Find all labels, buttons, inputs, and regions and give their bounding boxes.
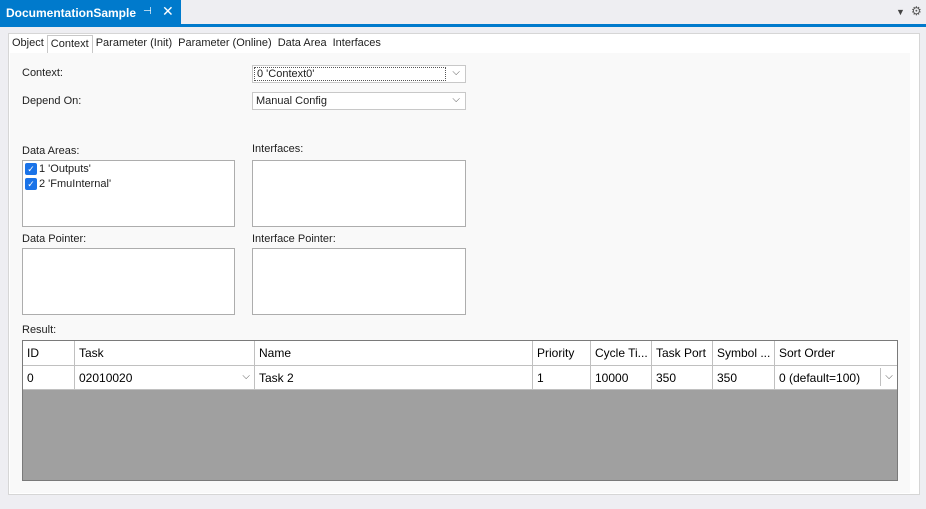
tab-list-dropdown-icon[interactable]: ▼ (896, 7, 905, 17)
chevron-down-icon[interactable]: ⌵ (452, 67, 460, 78)
chevron-down-icon[interactable]: ⌵ (452, 94, 460, 105)
document-tab-title: DocumentationSample (6, 5, 137, 20)
interface-pointer-list[interactable] (252, 248, 466, 315)
chevron-down-icon[interactable]: ⌵ (880, 368, 897, 386)
column-header-id[interactable]: ID (23, 341, 75, 366)
cell-cycle-time[interactable]: 10000 (591, 366, 652, 390)
tab-context[interactable]: Context (46, 35, 93, 53)
context-label: Context: (22, 67, 63, 79)
document-tab[interactable]: DocumentationSample ⊣ ✕ (0, 0, 181, 25)
document-tab-strip: DocumentationSample ⊣ ✕ ▼ ⚙ (0, 0, 926, 27)
tab-data-area[interactable]: Data Area (275, 35, 330, 53)
cell-priority[interactable]: 1 (533, 366, 591, 390)
depend-on-value: Manual Config (256, 95, 327, 107)
cell-task[interactable]: 02010020 ⌵ (75, 366, 255, 390)
cell-sort-order-value: 0 (default=100) (779, 371, 861, 385)
interface-pointer-label: Interface Pointer: (252, 233, 336, 245)
data-pointer-label: Data Pointer: (22, 233, 87, 245)
result-label: Result: (22, 324, 57, 336)
interfaces-list[interactable] (252, 160, 466, 227)
cell-task-port[interactable]: 350 (652, 366, 713, 390)
cell-task-value: 02010020 (79, 371, 133, 385)
grid-header: ID Task Name Priority Cycle Ti... Task P… (23, 341, 897, 366)
chevron-down-icon[interactable]: ⌵ (242, 371, 250, 382)
checkbox-checked-icon[interactable]: ✓ (25, 178, 37, 190)
tab-strip-accent-line (0, 24, 926, 27)
checkbox-checked-icon[interactable]: ✓ (25, 163, 37, 175)
depend-on-combobox[interactable]: Manual Config ⌵ (252, 92, 466, 110)
data-pointer-list[interactable] (22, 248, 235, 315)
list-item[interactable]: ✓ 2 'FmuInternal' (23, 177, 234, 191)
cell-name[interactable]: Task 2 (255, 366, 533, 390)
column-header-task-port[interactable]: Task Port (652, 341, 713, 366)
gear-icon[interactable]: ⚙ (911, 4, 922, 18)
tab-parameter-init[interactable]: Parameter (Init) (93, 35, 175, 53)
cell-id[interactable]: 0 (23, 366, 75, 390)
tab-object[interactable]: Object (9, 35, 47, 53)
column-header-sort-order[interactable]: Sort Order (775, 341, 897, 366)
column-header-name[interactable]: Name (255, 341, 533, 366)
close-icon[interactable]: ✕ (162, 3, 174, 20)
column-header-priority[interactable]: Priority (533, 341, 591, 366)
column-header-task[interactable]: Task (75, 341, 255, 366)
list-item-label: 2 'FmuInternal' (39, 178, 112, 190)
context-value: 0 'Context0' (254, 67, 446, 81)
list-item-label: 1 'Outputs' (39, 163, 91, 175)
tab-parameter-online[interactable]: Parameter (Online) (175, 35, 275, 53)
interfaces-label: Interfaces: (252, 143, 304, 155)
table-row[interactable]: 0 02010020 ⌵ Task 2 1 10000 350 350 0 (d… (23, 366, 897, 390)
cell-sort-order[interactable]: 0 (default=100) ⌵ (775, 366, 897, 390)
column-header-symbol[interactable]: Symbol ... (713, 341, 775, 366)
data-areas-label: Data Areas: (22, 145, 80, 157)
data-areas-list[interactable]: ✓ 1 'Outputs' ✓ 2 'FmuInternal' (22, 160, 235, 227)
depend-on-label: Depend On: (22, 95, 82, 107)
property-tab-bar: Object Context Parameter (Init) Paramete… (9, 35, 384, 53)
pin-icon[interactable]: ⊣ (143, 6, 152, 17)
tab-interfaces[interactable]: Interfaces (330, 35, 384, 53)
cell-symbol[interactable]: 350 (713, 366, 775, 390)
context-combobox[interactable]: 0 'Context0' ⌵ (252, 65, 466, 83)
result-grid[interactable]: ID Task Name Priority Cycle Ti... Task P… (22, 340, 898, 481)
column-header-cycle-time[interactable]: Cycle Ti... (591, 341, 652, 366)
list-item[interactable]: ✓ 1 'Outputs' (23, 162, 234, 176)
